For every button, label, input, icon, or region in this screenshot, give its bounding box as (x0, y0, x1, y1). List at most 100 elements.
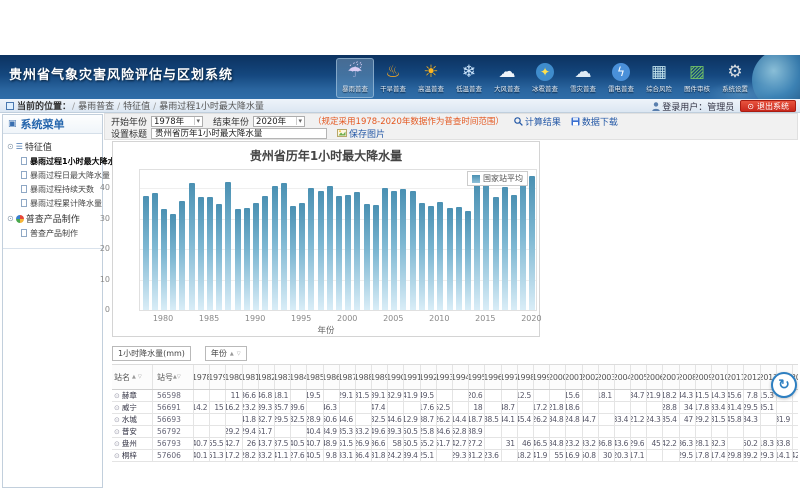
year-column-header[interactable]: 2011 (728, 365, 744, 389)
nav-item-大风普查[interactable]: ☁大风普查 (488, 58, 526, 98)
year-column-header[interactable]: 1994 (453, 365, 469, 389)
sort-desc-icon[interactable]: ▽ (177, 374, 181, 380)
value-cell: 48.9 (324, 438, 340, 449)
year-column-header[interactable]: 2009 (696, 365, 712, 389)
tree-item-暴雨过程日最大降水量[interactable]: 暴雨过程日最大降水量 (5, 168, 102, 182)
row-expander-icon[interactable]: ⊙ (114, 452, 120, 460)
save-image-link[interactable]: 保存图片 (337, 127, 385, 140)
sort-asc-icon[interactable]: ▲ (230, 351, 234, 357)
year-column-header[interactable]: 2000 (550, 365, 566, 389)
year-column-header[interactable]: 1996 (485, 365, 501, 389)
breadcrumb-item[interactable]: 特征值 (123, 102, 150, 112)
document-icon (21, 171, 27, 179)
nav-item-图件审核[interactable]: ▨图件审核 (678, 58, 716, 98)
value-type-chip[interactable]: 1小时降水量(mm) (112, 346, 191, 361)
row-expander-icon[interactable]: ⊙ (114, 404, 120, 412)
floating-refresh-button[interactable]: ↻ (771, 372, 797, 398)
year-column-header[interactable]: 1982 (259, 365, 275, 389)
breadcrumb-item[interactable]: 暴雨普查 (78, 102, 114, 112)
tree-item-暴雨过程1小时最大降水量[interactable]: 暴雨过程1小时最大降水量 (5, 154, 102, 168)
year-column-header[interactable]: 1986 (324, 365, 340, 389)
row-expander-icon[interactable]: ⊙ (114, 392, 120, 400)
name-column-header[interactable]: 站名▲▽ (112, 365, 153, 389)
end-year-select[interactable]: 2020年 ▾ (253, 116, 305, 127)
tree-group-特征值[interactable]: ⊙☰特征值 (5, 138, 102, 154)
year-column-header[interactable]: 1987 (340, 365, 356, 389)
value-cell: 40.7 (307, 438, 323, 449)
year-column-header[interactable]: 1998 (518, 365, 534, 389)
year-column-header[interactable]: 2012 (744, 365, 760, 389)
year-column-header[interactable]: 2004 (615, 365, 631, 389)
value-cell: 34.9 (324, 426, 340, 437)
year-column-header[interactable]: 1978 (194, 365, 210, 389)
sort-desc-icon[interactable]: ▽ (237, 351, 241, 357)
year-column-header[interactable]: 1995 (469, 365, 485, 389)
value-cell: 35.7 (275, 402, 291, 413)
chart-legend[interactable]: 国家站平均 (467, 171, 528, 186)
sort-asc-icon[interactable]: ▲ (132, 374, 136, 380)
chart-title-input[interactable] (151, 128, 327, 139)
station-name-cell[interactable]: ⊙水城 (112, 414, 153, 425)
sort-desc-icon[interactable]: ▽ (138, 374, 142, 380)
year-column-header[interactable]: 1997 (502, 365, 518, 389)
expander-icon[interactable]: ⊙ (7, 214, 14, 223)
year-column-header[interactable]: 1980 (226, 365, 242, 389)
value-cell: 15.6 (566, 390, 582, 401)
year-column-header[interactable]: 2003 (599, 365, 615, 389)
year-column-header[interactable]: 1985 (307, 365, 323, 389)
station-name-cell[interactable]: ⊙普安 (112, 426, 153, 437)
data-download-link[interactable]: 数据下载 (571, 115, 618, 128)
year-column-header[interactable]: 1991 (404, 365, 420, 389)
station-name-cell[interactable]: ⊙盘州 (112, 438, 153, 449)
expander-icon[interactable]: ⊙ (7, 142, 14, 151)
chart-bar (345, 195, 351, 310)
year-column-header[interactable]: 1984 (291, 365, 307, 389)
nav-item-低温普查[interactable]: ❄低温普查 (450, 58, 488, 98)
year-column-header[interactable]: 2006 (647, 365, 663, 389)
calc-result-link[interactable]: 计算结果 (514, 115, 561, 128)
logout-button[interactable]: ⊙ 退出系统 (740, 100, 796, 112)
year-column-header[interactable]: 1990 (388, 365, 404, 389)
year-column-header[interactable]: 2005 (631, 365, 647, 389)
year-column-header[interactable]: 1983 (275, 365, 291, 389)
year-column-header[interactable]: 1993 (437, 365, 453, 389)
station-name-cell[interactable]: ⊙赫章 (112, 390, 153, 401)
id-column-header[interactable]: 站号▲▽ (153, 365, 194, 389)
year-column-header[interactable]: 2007 (663, 365, 679, 389)
start-year-select[interactable]: 1978年 ▾ (151, 116, 203, 127)
year-column-header[interactable]: 1979 (210, 365, 226, 389)
year-column-header[interactable]: 1999 (534, 365, 550, 389)
nav-item-雪灾普查[interactable]: ☁雪灾普查 (564, 58, 602, 98)
year-column-header[interactable]: 2002 (583, 365, 599, 389)
year-column-header[interactable]: 2010 (712, 365, 728, 389)
station-name: 普安 (122, 426, 137, 437)
year-column-header[interactable]: 2008 (680, 365, 696, 389)
year-column-header[interactable]: 1992 (421, 365, 437, 389)
station-name-cell[interactable]: ⊙桐梓 (112, 450, 153, 461)
tree-item-label: 暴雨过程1小时最大降水量 (30, 156, 124, 167)
row-expander-icon[interactable]: ⊙ (114, 440, 120, 448)
station-name-cell[interactable]: ⊙威宁 (112, 402, 153, 413)
value-cell: 65.2 (421, 438, 437, 449)
nav-item-系统设置[interactable]: ⚙系统设置 (716, 58, 754, 98)
nav-item-高温普查[interactable]: ☀高温普查 (412, 58, 450, 98)
nav-item-暴雨普查[interactable]: ☔暴雨普查 (336, 58, 374, 98)
nav-item-冰雹普查[interactable]: ✦冰雹普查 (526, 58, 564, 98)
year-column-header[interactable]: 2001 (566, 365, 582, 389)
nav-item-综合风险[interactable]: ▦综合风险 (640, 58, 678, 98)
year-column-header[interactable]: 1988 (356, 365, 372, 389)
nav-item-干旱普查[interactable]: ♨干旱普查 (374, 58, 412, 98)
year-sort-chip[interactable]: 年份 ▲ ▽ (205, 346, 247, 361)
year-column-header[interactable]: 1989 (372, 365, 388, 389)
row-expander-icon[interactable]: ⊙ (114, 428, 120, 436)
nav-item-label: 图件审核 (684, 84, 710, 93)
breadcrumb-item[interactable]: 暴雨过程1小时最大降水量 (159, 102, 264, 112)
row-expander-icon[interactable]: ⊙ (114, 416, 120, 424)
year-column-header[interactable]: 1981 (243, 365, 259, 389)
nav-item-雷电普查[interactable]: ϟ雷电普查 (602, 58, 640, 98)
tree-item-暴雨过程累计降水量[interactable]: 暴雨过程累计降水量 (5, 196, 102, 210)
station-id-cell: 56598 (153, 390, 194, 401)
tree-item-普查产品制作[interactable]: 普查产品制作 (5, 226, 102, 240)
value-cell (647, 426, 663, 437)
value-cell: 42.2 (663, 438, 679, 449)
